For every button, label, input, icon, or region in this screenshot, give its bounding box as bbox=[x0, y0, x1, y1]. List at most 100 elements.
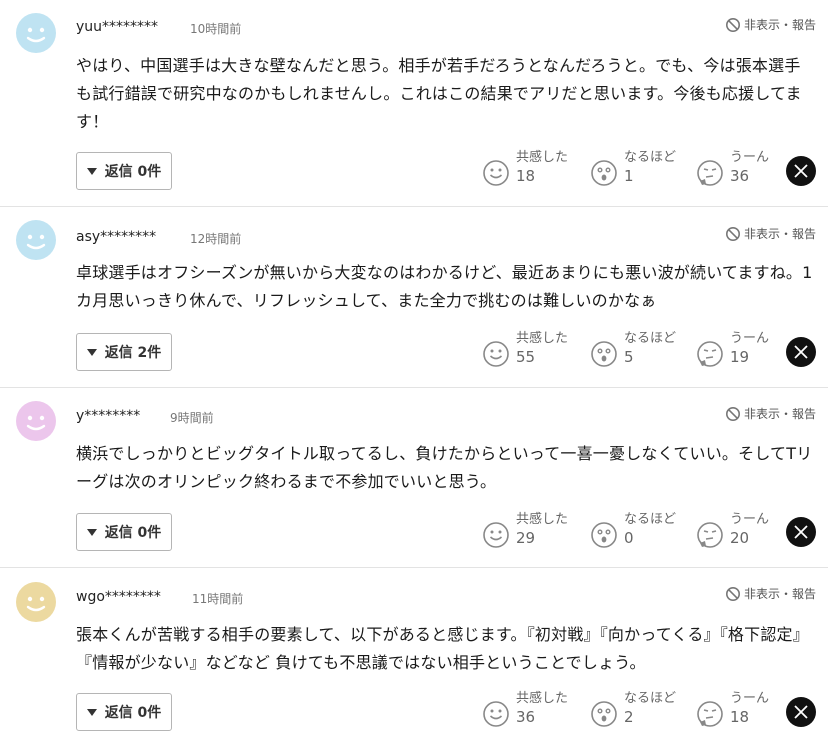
username[interactable]: yuu******** bbox=[76, 19, 158, 35]
reaction-count: 2 bbox=[624, 708, 634, 726]
reply-label: 返信 2件 bbox=[104, 345, 162, 361]
block-icon bbox=[725, 586, 740, 601]
thinking-reaction-icon bbox=[697, 522, 723, 548]
comment-item: yuu******** 10時間前 非表示・報告 やはり、中国選手は大きな壁なん… bbox=[0, 0, 828, 207]
uun-reaction[interactable]: うーん 20 bbox=[696, 512, 769, 549]
avatar bbox=[16, 220, 56, 260]
reaction-label: うーん bbox=[730, 331, 770, 346]
smile-face-icon bbox=[26, 234, 46, 250]
naruhodo-reaction[interactable]: なるほど 2 bbox=[590, 691, 676, 728]
reaction-count: 20 bbox=[730, 529, 750, 547]
report-button[interactable]: 非表示・報告 bbox=[725, 16, 816, 33]
reaction-count: 1 bbox=[624, 167, 634, 185]
smile-face-icon bbox=[26, 596, 46, 612]
timestamp: 12時間前 bbox=[190, 232, 242, 246]
reaction-label: 共感した bbox=[516, 512, 569, 527]
triangle-down-icon bbox=[86, 167, 97, 175]
reaction-label: 共感した bbox=[516, 331, 569, 346]
x-share-button[interactable] bbox=[786, 697, 816, 727]
triangle-down-icon bbox=[86, 348, 97, 356]
thinking-reaction-icon bbox=[697, 160, 723, 186]
x-logo-icon bbox=[794, 705, 808, 719]
reply-button[interactable]: 返信 0件 bbox=[76, 513, 172, 551]
comment-item: asy******** 12時間前 非表示・報告 卓球選手はオフシーズンが無いか… bbox=[0, 206, 828, 388]
reaction-label: なるほど bbox=[624, 512, 677, 527]
x-share-button[interactable] bbox=[786, 517, 816, 547]
reply-button[interactable]: 返信 2件 bbox=[76, 333, 172, 371]
reaction-count: 29 bbox=[516, 529, 536, 547]
reaction-count: 0 bbox=[624, 529, 634, 547]
username[interactable]: asy******** bbox=[76, 229, 156, 245]
comment-body: 横浜でしっかりとビッグタイトル取ってるし、負けたからといって一喜一憂しなくていい… bbox=[76, 444, 813, 491]
x-logo-icon bbox=[794, 164, 808, 178]
username[interactable]: wgo******** bbox=[76, 589, 161, 605]
smile-face-icon bbox=[26, 27, 46, 43]
surprised-reaction-icon bbox=[591, 522, 617, 548]
reaction-label: なるほど bbox=[624, 691, 677, 706]
triangle-down-icon bbox=[86, 708, 97, 716]
thinking-reaction-icon bbox=[697, 341, 723, 367]
reaction-count: 19 bbox=[730, 348, 750, 366]
uun-reaction[interactable]: うーん 19 bbox=[696, 331, 769, 368]
reaction-count: 36 bbox=[730, 167, 750, 185]
thinking-reaction-icon bbox=[697, 701, 723, 727]
reaction-count: 18 bbox=[730, 708, 750, 726]
comment-item: wgo******** 11時間前 非表示・報告 張本くんが苦戦する相手の要素し… bbox=[0, 567, 828, 742]
reaction-count: 5 bbox=[624, 348, 634, 366]
report-label: 非表示・報告 bbox=[743, 18, 816, 32]
empathy-reaction[interactable]: 共感した 36 bbox=[482, 691, 568, 728]
reaction-count: 36 bbox=[516, 708, 536, 726]
comment-item: y******** 9時間前 非表示・報告 横浜でしっかりとビッグタイトル取って… bbox=[0, 387, 828, 568]
reply-label: 返信 0件 bbox=[104, 525, 162, 541]
reply-label: 返信 0件 bbox=[104, 164, 162, 180]
uun-reaction[interactable]: うーん 18 bbox=[696, 691, 769, 728]
avatar bbox=[16, 582, 56, 622]
block-icon bbox=[725, 406, 740, 421]
report-label: 非表示・報告 bbox=[743, 407, 816, 421]
x-share-button[interactable] bbox=[786, 156, 816, 186]
reply-button[interactable]: 返信 0件 bbox=[76, 152, 172, 190]
avatar bbox=[16, 401, 56, 441]
comment-body: 張本くんが苦戦する相手の要素して、以下があると感じます。『初対戦』『向かってくる… bbox=[76, 625, 809, 672]
naruhodo-reaction[interactable]: なるほど 1 bbox=[590, 150, 676, 187]
avatar bbox=[16, 13, 56, 53]
empathy-reaction[interactable]: 共感した 55 bbox=[482, 331, 568, 368]
surprised-reaction-icon bbox=[591, 701, 617, 727]
reaction-count: 18 bbox=[516, 167, 536, 185]
reaction-label: 共感した bbox=[516, 691, 569, 706]
reaction-label: うーん bbox=[730, 691, 770, 706]
reply-button[interactable]: 返信 0件 bbox=[76, 693, 172, 731]
reaction-count: 55 bbox=[516, 348, 536, 366]
reaction-label: なるほど bbox=[624, 150, 677, 165]
timestamp: 9時間前 bbox=[170, 411, 214, 425]
uun-reaction[interactable]: うーん 36 bbox=[696, 150, 769, 187]
block-icon bbox=[725, 226, 740, 241]
timestamp: 11時間前 bbox=[192, 592, 244, 606]
empathy-reaction[interactable]: 共感した 18 bbox=[482, 150, 568, 187]
smile-reaction-icon bbox=[483, 701, 509, 727]
triangle-down-icon bbox=[86, 528, 97, 536]
naruhodo-reaction[interactable]: なるほど 5 bbox=[590, 331, 676, 368]
empathy-reaction[interactable]: 共感した 29 bbox=[482, 512, 568, 549]
comment-body: やはり、中国選手は大きな壁なんだと思う。相手が若手だろうとなんだろうと。でも、今… bbox=[76, 56, 802, 131]
username[interactable]: y******** bbox=[76, 408, 140, 424]
surprised-reaction-icon bbox=[591, 160, 617, 186]
block-icon bbox=[725, 17, 740, 32]
reaction-label: なるほど bbox=[624, 331, 677, 346]
smile-face-icon bbox=[26, 415, 46, 431]
timestamp: 10時間前 bbox=[190, 22, 242, 36]
naruhodo-reaction[interactable]: なるほど 0 bbox=[590, 512, 676, 549]
reaction-label: うーん bbox=[730, 150, 770, 165]
smile-reaction-icon bbox=[483, 341, 509, 367]
report-button[interactable]: 非表示・報告 bbox=[725, 225, 816, 242]
x-logo-icon bbox=[794, 345, 808, 359]
surprised-reaction-icon bbox=[591, 341, 617, 367]
smile-reaction-icon bbox=[483, 522, 509, 548]
report-button[interactable]: 非表示・報告 bbox=[725, 585, 816, 602]
report-label: 非表示・報告 bbox=[743, 587, 816, 601]
x-share-button[interactable] bbox=[786, 337, 816, 367]
report-label: 非表示・報告 bbox=[743, 227, 816, 241]
reply-label: 返信 0件 bbox=[104, 705, 162, 721]
report-button[interactable]: 非表示・報告 bbox=[725, 405, 816, 422]
smile-reaction-icon bbox=[483, 160, 509, 186]
